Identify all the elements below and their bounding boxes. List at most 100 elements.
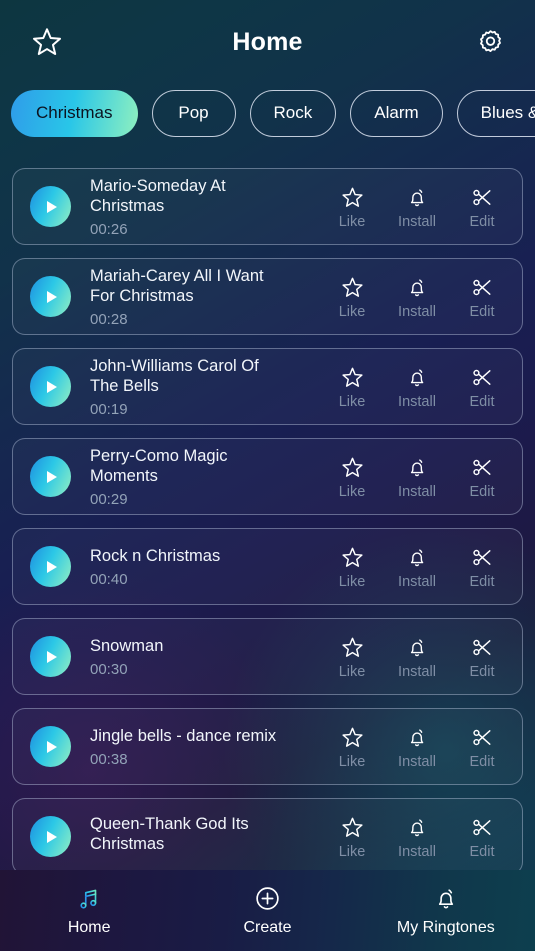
install-button[interactable]: Install	[394, 454, 440, 500]
edit-label: Edit	[469, 843, 495, 860]
edit-button[interactable]: Edit	[459, 634, 505, 680]
edit-label: Edit	[469, 663, 495, 680]
edit-label: Edit	[469, 213, 495, 230]
play-button[interactable]	[30, 456, 71, 497]
category-chip-list[interactable]: Christmas Pop Rock Alarm Blues &	[0, 84, 535, 142]
category-chip-rock[interactable]: Rock	[249, 89, 337, 137]
like-button[interactable]: Like	[329, 544, 375, 590]
edit-button[interactable]: Edit	[459, 274, 505, 320]
ringtone-row[interactable]: John-Williams Carol Of The Bells 00:19 L…	[12, 348, 523, 425]
like-label: Like	[338, 213, 366, 230]
ringtone-row[interactable]: Mariah-Carey All I Want For Christmas 00…	[12, 258, 523, 335]
category-chip-pop[interactable]: Pop	[151, 89, 236, 137]
ringtone-row[interactable]: Jingle bells - dance remix 00:38 Like In…	[12, 708, 523, 785]
edit-button[interactable]: Edit	[459, 544, 505, 590]
play-icon	[47, 380, 57, 393]
edit-label: Edit	[469, 483, 495, 500]
star-outline-icon	[340, 274, 365, 302]
ringtone-row[interactable]: Snowman 00:30 Like Install Edit	[12, 618, 523, 695]
like-button[interactable]: Like	[329, 454, 375, 500]
install-button[interactable]: Install	[394, 274, 440, 320]
like-label: Like	[338, 303, 366, 320]
favorites-star-icon[interactable]	[28, 23, 66, 61]
edit-button[interactable]: Edit	[459, 364, 505, 410]
install-label: Install	[398, 483, 436, 500]
ringtone-meta: Jingle bells - dance remix 00:38	[71, 726, 329, 768]
ringtone-row[interactable]: Queen-Thank God Its Christmas Like Insta…	[12, 798, 523, 875]
install-button[interactable]: Install	[394, 724, 440, 770]
install-button[interactable]: Install	[394, 634, 440, 680]
like-button[interactable]: Like	[329, 184, 375, 230]
plus-circle-icon	[254, 884, 281, 913]
category-chip-label: Christmas	[36, 103, 113, 122]
like-label: Like	[338, 573, 366, 590]
ringtone-title: Queen-Thank God Its Christmas	[90, 815, 249, 853]
ringtone-actions: Like Install Edit	[329, 724, 514, 770]
install-button[interactable]: Install	[394, 544, 440, 590]
bell-icon	[405, 184, 429, 212]
edit-button[interactable]: Edit	[459, 184, 505, 230]
ringtone-actions: Like Install Edit	[329, 544, 514, 590]
ringtone-duration: 00:30	[90, 660, 128, 678]
ringtone-title: Rock n Christmas	[90, 546, 221, 565]
play-button[interactable]	[30, 186, 71, 227]
ringtone-row[interactable]: Perry-Como Magic Moments 00:29 Like Inst…	[12, 438, 523, 515]
bell-icon	[405, 544, 429, 572]
like-label: Like	[338, 843, 366, 860]
scissors-icon	[470, 634, 495, 662]
ringtone-row[interactable]: Rock n Christmas 00:40 Like Install Edit	[12, 528, 523, 605]
ringtone-meta: Perry-Como Magic Moments 00:29	[71, 446, 329, 508]
category-chip-alarm[interactable]: Alarm	[350, 89, 443, 137]
like-label: Like	[338, 753, 366, 770]
edit-button[interactable]: Edit	[459, 814, 505, 860]
play-button[interactable]	[30, 366, 71, 407]
ringtone-meta: John-Williams Carol Of The Bells 00:19	[71, 356, 329, 418]
scissors-icon	[470, 364, 495, 392]
play-button[interactable]	[30, 636, 71, 677]
install-label: Install	[398, 663, 436, 680]
nav-item-label: Home	[67, 919, 111, 936]
like-button[interactable]: Like	[329, 724, 375, 770]
ringtone-actions: Like Install Edit	[329, 634, 514, 680]
ringtone-list[interactable]: Mario-Someday At Christmas 00:26 Like In…	[0, 168, 535, 903]
ringtone-title: Mario-Someday At Christmas	[90, 176, 226, 215]
ringtone-actions: Like Install Edit	[329, 364, 514, 410]
like-button[interactable]: Like	[329, 634, 375, 680]
nav-item-home[interactable]: Home	[0, 884, 178, 937]
play-icon	[47, 830, 57, 843]
star-outline-icon	[340, 544, 365, 572]
nav-item-create[interactable]: Create	[178, 884, 356, 937]
like-button[interactable]: Like	[329, 814, 375, 860]
category-chip-blues[interactable]: Blues &	[456, 89, 535, 137]
ringtone-duration: 00:40	[90, 570, 128, 588]
category-chip-christmas[interactable]: Christmas	[11, 89, 138, 137]
scissors-icon	[470, 454, 495, 482]
star-outline-icon	[340, 454, 365, 482]
play-icon	[47, 560, 57, 573]
edit-label: Edit	[469, 573, 495, 590]
ringtone-meta: Snowman 00:30	[71, 636, 329, 678]
install-button[interactable]: Install	[394, 184, 440, 230]
ringtone-actions: Like Install Edit	[329, 454, 514, 500]
edit-button[interactable]: Edit	[459, 454, 505, 500]
install-label: Install	[398, 393, 436, 410]
play-icon	[47, 470, 57, 483]
play-button[interactable]	[30, 276, 71, 317]
edit-button[interactable]: Edit	[459, 724, 505, 770]
edit-label: Edit	[469, 393, 495, 410]
play-button[interactable]	[30, 546, 71, 587]
gear-icon[interactable]	[471, 23, 509, 61]
play-icon	[47, 200, 57, 213]
nav-item-my-ringtones[interactable]: My Ringtones	[357, 884, 535, 937]
install-button[interactable]: Install	[394, 814, 440, 860]
play-button[interactable]	[30, 726, 71, 767]
bell-icon	[405, 454, 429, 482]
star-outline-icon	[340, 634, 365, 662]
ringtone-row[interactable]: Mario-Someday At Christmas 00:26 Like In…	[12, 168, 523, 245]
install-button[interactable]: Install	[394, 364, 440, 410]
play-button[interactable]	[30, 816, 71, 857]
category-chip-label: Pop	[178, 103, 209, 122]
like-button[interactable]: Like	[329, 364, 375, 410]
ringtone-duration: 00:26	[90, 220, 128, 238]
like-button[interactable]: Like	[329, 274, 375, 320]
